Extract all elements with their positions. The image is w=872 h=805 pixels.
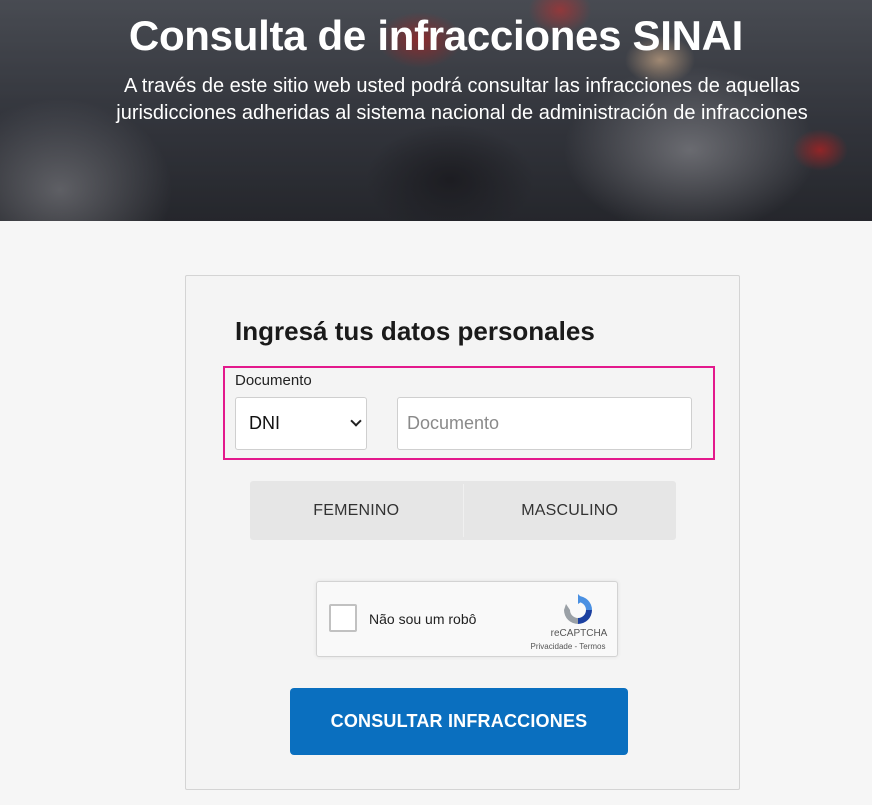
hero-banner: Consulta de infracciones SINAI A través … bbox=[0, 0, 872, 221]
gender-option-femenino[interactable]: FEMENINO bbox=[250, 481, 463, 540]
document-number-input[interactable] bbox=[397, 397, 692, 450]
recaptcha-terms-links[interactable]: Privacidade - Termos bbox=[523, 642, 613, 651]
gender-toggle: FEMENINO MASCULINO bbox=[250, 481, 676, 540]
chevron-down-icon bbox=[350, 415, 362, 427]
gender-option-masculino[interactable]: MASCULINO bbox=[464, 481, 677, 540]
recaptcha-brand: reCAPTCHA bbox=[550, 628, 608, 639]
recaptcha-widget: Não sou um robô reCAPTCHA Privacidade - … bbox=[316, 581, 618, 657]
recaptcha-checkbox[interactable] bbox=[329, 604, 357, 632]
document-type-value: DNI bbox=[249, 413, 280, 433]
recaptcha-label: Não sou um robô bbox=[369, 611, 477, 627]
recaptcha-logo-icon bbox=[564, 594, 592, 624]
form-heading: Ingresá tus datos personales bbox=[235, 316, 595, 346]
document-type-select[interactable]: DNI bbox=[235, 397, 367, 450]
page-title: Consulta de infracciones SINAI bbox=[128, 12, 744, 59]
page-subtitle: A través de este sitio web usted podrá c… bbox=[116, 75, 808, 124]
document-label: Documento bbox=[235, 372, 312, 389]
form-card: Ingresá tus datos personales Documento D… bbox=[185, 275, 740, 790]
consultar-infracciones-button[interactable]: CONSULTAR INFRACCIONES bbox=[290, 688, 628, 755]
